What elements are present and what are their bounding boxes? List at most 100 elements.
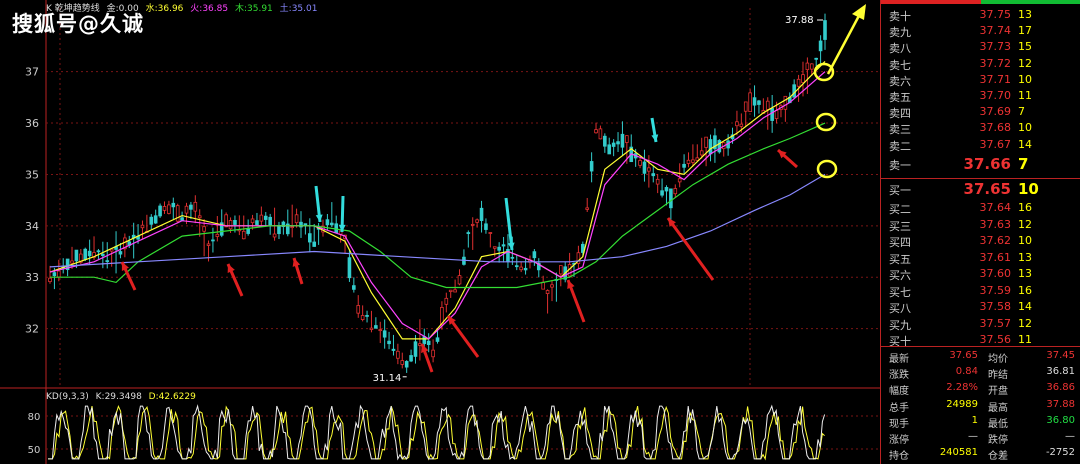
- candle-body: [149, 216, 154, 225]
- candle-body: [57, 270, 61, 278]
- kd-tick-label: 80: [28, 412, 41, 423]
- candle-body: [805, 62, 810, 71]
- bid-row[interactable]: 买一 37.65 10: [881, 180, 1080, 198]
- bid-row[interactable]: 买二 37.64 16: [881, 201, 1080, 217]
- bid-row[interactable]: 买七 37.59 16: [881, 284, 1080, 300]
- candle-body: [682, 163, 686, 168]
- candle-body: [422, 336, 427, 345]
- candle-body: [611, 142, 616, 147]
- ask-price: 37.74: [979, 24, 1012, 38]
- bid-price: 37.60: [979, 267, 1012, 280]
- candle-body: [642, 161, 647, 174]
- candle-body: [404, 361, 409, 368]
- candle-body: [52, 272, 57, 277]
- candle-body: [215, 233, 220, 237]
- candle-body: [704, 136, 708, 148]
- candle-body: [594, 129, 598, 134]
- kd-k-line: [48, 404, 826, 461]
- bid-label: 买八: [889, 302, 911, 315]
- kd-d-value: D:42.6229: [148, 392, 196, 402]
- bid-row[interactable]: 买五 37.61 13: [881, 251, 1080, 267]
- bid-volume: 16: [1018, 201, 1032, 214]
- ask-row[interactable]: 卖七 37.72 12: [881, 57, 1080, 73]
- bid-volume: 10: [1018, 234, 1032, 247]
- ask-row[interactable]: 卖六 37.71 10: [881, 73, 1080, 89]
- candle-body: [686, 159, 691, 164]
- ask-row[interactable]: 卖三 37.68 10: [881, 121, 1080, 137]
- candle-body: [625, 135, 629, 143]
- ask-row[interactable]: 卖二 37.67 14: [881, 138, 1080, 154]
- bid-row[interactable]: 买三 37.63 12: [881, 218, 1080, 234]
- stats-divider: [881, 346, 1080, 347]
- stat-row: 总手 24989 最高 37.88: [881, 399, 1080, 415]
- orderbook-panel: 卖十 37.75 13 卖九 37.74 17 卖八 37.73 15 卖七 37.72 12 卖六 37…: [880, 0, 1080, 464]
- bid-row[interactable]: 买六 37.60 13: [881, 267, 1080, 283]
- ask-row[interactable]: 卖五 37.70 11: [881, 89, 1080, 105]
- candle-body: [378, 329, 383, 332]
- bid-row[interactable]: 买四 37.62 10: [881, 234, 1080, 250]
- candle-body: [603, 135, 607, 147]
- candle-body: [620, 133, 625, 148]
- candle-body: [193, 201, 198, 212]
- candle-body: [457, 275, 462, 285]
- candle-body: [413, 341, 418, 357]
- ask-label: 卖十: [889, 10, 911, 23]
- stat-row: 现手 1 最低 36.80: [881, 415, 1080, 431]
- ask-label: 卖七: [889, 58, 911, 72]
- ask-label: 卖八: [889, 42, 911, 56]
- candle-body: [171, 202, 176, 208]
- kd-legend: KD(9,3,3) K:29.3498 D:42.6229: [46, 392, 200, 402]
- bid-label: 买五: [889, 252, 911, 266]
- candle-body: [488, 232, 493, 234]
- bid-label: 买七: [889, 285, 911, 299]
- candle-body: [466, 232, 471, 234]
- stat-label: 最高: [988, 402, 1008, 414]
- legend-item-fire: 火:36.85: [190, 4, 229, 14]
- ask-row[interactable]: 卖四 37.69 7: [881, 105, 1080, 121]
- stat-label: 涨跌: [889, 370, 909, 382]
- candle-body: [365, 315, 369, 317]
- candle-body: [162, 206, 167, 211]
- candle-body: [347, 257, 352, 279]
- ask-label: 卖二: [889, 139, 911, 153]
- bid-row[interactable]: 买九 37.57 12: [881, 317, 1080, 333]
- bid-price: 37.61: [979, 250, 1012, 264]
- candle-body: [638, 160, 642, 166]
- candle-body: [250, 218, 255, 224]
- ask-row[interactable]: 卖九 37.74 17: [881, 24, 1080, 40]
- stat-value: 36.81: [1046, 366, 1075, 378]
- candle-body: [360, 315, 365, 320]
- ask-row[interactable]: 卖八 37.73 15: [881, 40, 1080, 56]
- candle-body: [263, 215, 268, 220]
- bid-label: 买九: [889, 318, 911, 332]
- candle-body: [484, 223, 488, 230]
- candle-body: [167, 204, 171, 214]
- stat-label: 最新: [889, 354, 909, 365]
- ask-volume: 15: [1018, 40, 1032, 54]
- ask-row[interactable]: 卖一 37.66 7: [881, 155, 1080, 173]
- orderbook-divider: [881, 178, 1080, 179]
- stat-row: 涨跌 0.84 昨结 36.81: [881, 366, 1080, 382]
- ask-row[interactable]: 卖十 37.75 13: [881, 8, 1080, 24]
- indicator-legend: K 乾坤趋势线 金:0.00 水:36.96 火:36.85 木:35.91 土…: [46, 1, 321, 14]
- stat-value: 37.88: [1046, 398, 1075, 410]
- trend-line-0: [49, 60, 826, 340]
- kd-title: KD(9,3,3): [46, 392, 89, 402]
- stat-row: 涨停 — 跌停 —: [881, 431, 1080, 447]
- candle-body: [669, 188, 673, 209]
- candle-body: [607, 144, 612, 155]
- candle-body: [765, 100, 770, 110]
- candle-body: [545, 290, 550, 295]
- candle-body: [739, 123, 744, 127]
- candle-body: [189, 204, 193, 210]
- stat-value: 37.45: [1046, 350, 1075, 361]
- bid-price: 37.62: [979, 234, 1012, 247]
- stat-label: 总手: [889, 402, 909, 414]
- bid-row[interactable]: 买八 37.58 14: [881, 300, 1080, 316]
- stat-label: 幅度: [889, 386, 909, 398]
- bid-volume: 16: [1018, 283, 1032, 297]
- candle-body: [757, 100, 761, 105]
- candle-body: [453, 289, 457, 293]
- stat-value: 1: [971, 414, 978, 426]
- ask-volume: 7: [1018, 155, 1029, 173]
